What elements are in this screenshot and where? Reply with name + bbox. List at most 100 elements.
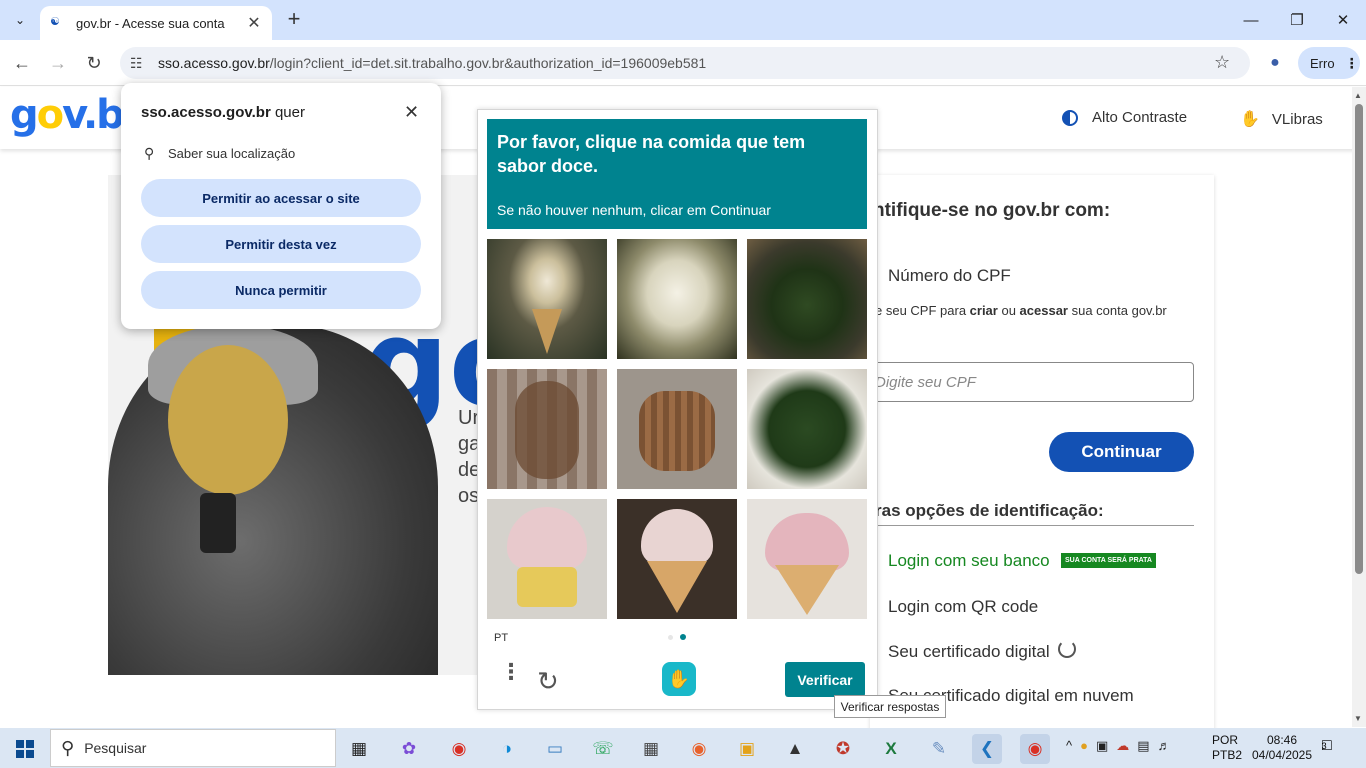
firefox-icon[interactable]: ◉ (684, 734, 714, 764)
forward-icon[interactable]: → (44, 49, 72, 77)
tab-search-icon[interactable]: ⌄ (8, 8, 32, 32)
location-pin-icon: ⚲ (144, 145, 155, 161)
contrast-label: Alto Contraste (1092, 109, 1188, 126)
url-path: /login?client_id=det.sit.trabalho.gov.br… (269, 55, 707, 71)
other-options-title: ras opções de identificação: (875, 501, 1104, 520)
scrollbar-thumb[interactable] (1355, 104, 1363, 574)
login-title: ntifique-se no gov.br com: (873, 200, 1111, 221)
browser-tab[interactable]: ☯ gov.br - Acesse sua conta ✕ (40, 6, 272, 40)
vscode-icon[interactable]: ❮ (972, 734, 1002, 764)
copilot-icon[interactable]: ✿ (394, 734, 424, 764)
govbr-favicon-icon: ☯ (50, 16, 60, 28)
cpf-help-text: e seu CPF para criar ou acessar sua cont… (875, 303, 1167, 318)
clock[interactable]: 08:46 04/04/2025 (1250, 733, 1314, 763)
chrome-profile-icon[interactable]: ◉ (444, 734, 474, 764)
allow-on-visit-button[interactable]: Permitir ao acessar o site (141, 179, 421, 217)
tray-chevron-icon[interactable]: ^ (1066, 738, 1072, 754)
captcha-tile-broccoli-2[interactable] (747, 369, 867, 489)
close-window-icon[interactable]: ✕ (1320, 8, 1366, 32)
site-info-icon[interactable]: ☷ (130, 55, 152, 72)
paint-icon[interactable]: ✎ (924, 734, 954, 764)
notifications-icon[interactable]: □3 (1322, 737, 1337, 755)
whatsapp-icon[interactable]: ☏ (588, 734, 618, 764)
qr-login-link[interactable]: Login com QR code (888, 597, 1038, 617)
vlibras-label: VLibras (1271, 110, 1323, 128)
contrast-icon (1062, 109, 1078, 126)
app-icon[interactable]: ▭ (540, 734, 570, 764)
scroll-down-icon[interactable]: ▼ (1354, 714, 1362, 723)
chrome-icon[interactable]: ◉ (1020, 734, 1050, 764)
verify-button[interactable]: Verificar (785, 662, 865, 697)
vlibras-button[interactable]: ✋ VLibras (1240, 109, 1323, 129)
cpf-input[interactable]: Digite seu CPF (862, 362, 1194, 402)
captcha-subtitle: Se não houver nenhum, clicar em Continua… (497, 202, 771, 218)
permission-title: sso.acesso.gov.br quer (141, 104, 305, 121)
captcha-language[interactable]: PT (494, 632, 508, 644)
excel-icon[interactable]: X (876, 734, 906, 764)
silver-account-badge: SUA CONTA SERÁ PRATA (1061, 553, 1156, 568)
location-request: ⚲ Saber sua localização (144, 145, 296, 161)
cert-login-link[interactable]: Seu certificado digital (888, 642, 1050, 662)
new-tab-icon[interactable]: + (282, 8, 306, 32)
captcha-refresh-icon[interactable]: ↻ (537, 666, 559, 697)
minimize-icon[interactable]: — (1228, 8, 1274, 32)
banner-person-face (168, 345, 288, 495)
error-label: Erro (1310, 55, 1335, 71)
error-button[interactable]: Erro ⋮ (1298, 47, 1360, 79)
address-bar[interactable]: ☷ sso.acesso.gov.br/login?client_id=det.… (120, 47, 1250, 79)
never-allow-button[interactable]: Nunca permitir (141, 271, 421, 309)
menu-dots-icon: ⋮ (1344, 54, 1359, 71)
app-icon-2[interactable]: ✪ (828, 734, 858, 764)
high-contrast-toggle[interactable]: Alto Contraste (1062, 109, 1187, 126)
captcha-tile-ice-cream-4[interactable] (747, 499, 867, 619)
restore-icon[interactable]: ❐ (1274, 8, 1320, 32)
captcha-page-dot (668, 635, 673, 640)
bank-login-link[interactable]: Login com seu banco (888, 551, 1050, 571)
vlibras-hand-icon: ✋ (1240, 111, 1260, 128)
reload-icon[interactable]: ↻ (80, 49, 108, 77)
cpf-option[interactable]: Número do CPF (888, 266, 1011, 286)
inkscape-icon[interactable]: ▲ (780, 734, 810, 764)
taskbar-search-label: Pesquisar (84, 740, 147, 756)
tray-device-icon[interactable]: ▣ (1096, 738, 1108, 754)
tray-app-icon[interactable]: ● (1080, 738, 1088, 754)
file-explorer-icon[interactable]: ▣ (732, 734, 762, 764)
keyboard-language[interactable]: POR PTB2 (1212, 733, 1242, 763)
volume-icon[interactable]: ♬ (1158, 738, 1171, 754)
network-icon[interactable]: ▤ (1137, 738, 1149, 754)
taskbar-search[interactable]: ⚲ Pesquisar (50, 729, 336, 767)
calculator-icon[interactable]: ▦ (636, 734, 666, 764)
captcha-tile-barrel[interactable] (487, 369, 607, 489)
scroll-up-icon[interactable]: ▲ (1354, 91, 1362, 100)
close-icon[interactable]: ✕ (404, 102, 419, 123)
tab-title: gov.br - Acesse sua conta (76, 15, 225, 31)
close-tab-icon[interactable]: ✕ (246, 13, 262, 33)
verify-tooltip: Verificar respostas (834, 695, 946, 718)
captcha-tile-broccoli[interactable] (747, 239, 867, 359)
continue-button[interactable]: Continuar (1049, 432, 1194, 472)
banner-phone (200, 493, 236, 553)
captcha-tile-garlic[interactable] (617, 239, 737, 359)
loading-spinner-icon (1058, 640, 1076, 658)
windows-start-icon[interactable] (8, 734, 42, 764)
back-icon[interactable]: ← (8, 49, 36, 77)
system-tray[interactable]: ^ ● ▣ ☁ ▤ ♬ (1066, 738, 1171, 754)
allow-this-time-button[interactable]: Permitir desta vez (141, 225, 421, 263)
captcha-question: Por favor, clique na comida que tem sabo… (497, 132, 806, 176)
search-icon: ⚲ (61, 737, 75, 758)
banner-text: Ur ga de os (458, 407, 478, 507)
edge-icon[interactable]: ◑ (492, 734, 522, 764)
captcha-menu-icon[interactable]: ⋮ (500, 661, 522, 683)
task-view-icon[interactable]: ▦ (344, 734, 374, 764)
tray-onedrive-icon[interactable]: ☁ (1116, 738, 1129, 754)
profile-icon[interactable]: ● (1262, 50, 1288, 76)
captcha-tile-barrel-2[interactable] (617, 369, 737, 489)
url-domain: sso.acesso.gov.br (158, 55, 270, 71)
captcha-tile-ice-cream-3[interactable] (617, 499, 737, 619)
captcha-tile-ice-cream-cone[interactable] (487, 239, 607, 359)
bookmark-star-icon[interactable]: ☆ (1214, 52, 1230, 73)
divider (870, 525, 1194, 526)
captcha-tile-ice-cream-2[interactable] (487, 499, 607, 619)
hcaptcha-logo-icon[interactable]: ✋ (662, 662, 696, 696)
captcha-page-dot-active (680, 634, 686, 640)
